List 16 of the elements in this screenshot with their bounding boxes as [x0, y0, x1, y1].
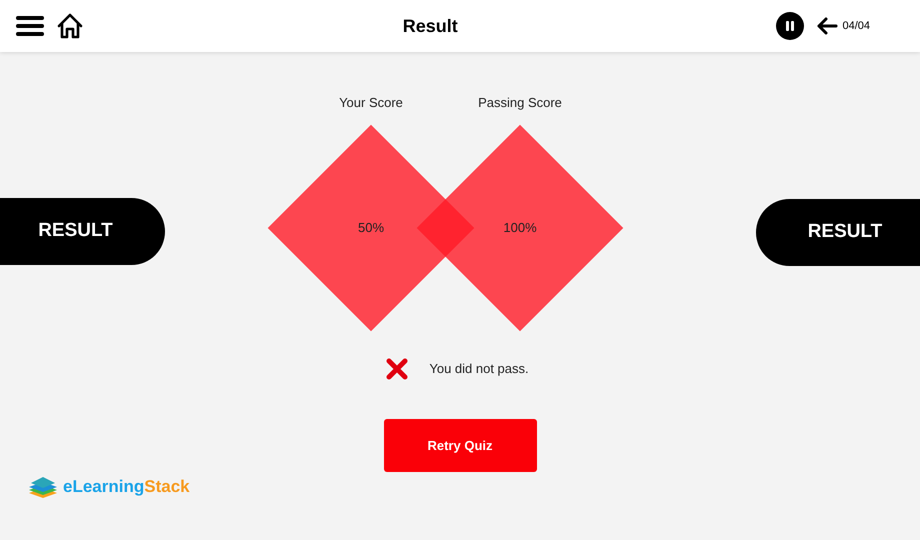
score-label: Passing Score	[478, 94, 562, 112]
retry-quiz-button[interactable]: Retry Quiz	[384, 419, 536, 472]
feedback-text: You did not pass.	[429, 360, 529, 378]
result-label-right: RESULT	[756, 199, 920, 266]
menu-icon[interactable]	[16, 15, 44, 37]
back-arrow-icon[interactable]	[816, 17, 838, 35]
score-value: 50%	[358, 219, 384, 238]
pause-icon[interactable]	[776, 12, 804, 40]
page-title: Result	[402, 14, 458, 38]
score-value: 100%	[503, 219, 537, 238]
book-stack-icon	[27, 474, 59, 499]
score-label: Your Score	[339, 94, 403, 112]
home-icon[interactable]	[56, 12, 84, 40]
page-counter: 04/04	[842, 18, 870, 34]
logo-text: eLearningStack	[63, 476, 190, 498]
result-label-left: RESULT	[0, 198, 165, 265]
